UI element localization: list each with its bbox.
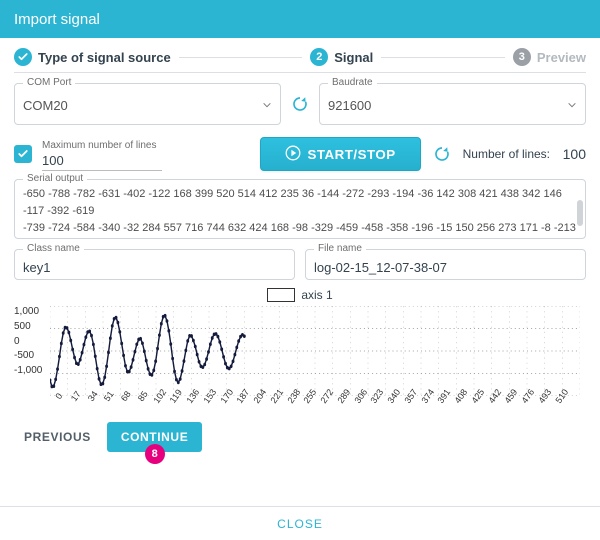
previous-button[interactable]: PREVIOUS [18,422,97,452]
check-icon [14,48,32,66]
serial-output: Serial output -650 -788 -782 -631 -402 -… [14,179,586,239]
max-lines-label: Maximum number of lines [42,140,162,151]
close-button[interactable]: CLOSE [277,517,323,531]
y-tick: 1,000 [14,306,42,317]
step-hint-badge: 8 [145,444,165,464]
refresh-icon[interactable] [289,93,311,115]
com-port-select[interactable]: COM Port COM20 [14,83,281,125]
y-tick: 0 [14,336,42,347]
legend-label: axis 1 [301,288,332,302]
step-badge: 2 [310,48,328,66]
com-port-value: COM20 [23,98,68,113]
class-name-value[interactable]: key1 [23,256,286,275]
baudrate-value: 921600 [328,98,371,113]
dialog-title: Import signal [0,0,600,38]
start-stop-button[interactable]: START/STOP [260,137,420,171]
continue-button[interactable]: CONTINUE 8 [107,422,202,452]
play-icon [285,145,301,164]
field-legend: File name [314,243,366,254]
step-separator [381,57,505,58]
chevron-down-icon [567,98,577,113]
chevron-down-icon [262,98,272,113]
max-lines-input[interactable]: Maximum number of lines 100 [42,140,162,171]
step-label: Signal [334,50,373,65]
baudrate-select[interactable]: Baudrate 921600 [319,83,586,125]
max-lines-value[interactable]: 100 [42,153,162,171]
refresh-icon[interactable] [431,143,453,165]
legend-swatch [267,288,295,302]
step-separator [179,57,303,58]
signal-chart: axis 1 1,0005000-500-1,000 0173451688510… [14,288,586,406]
step-label: Preview [537,50,586,65]
y-tick: -1,000 [14,365,42,376]
step-label: Type of signal source [38,50,171,65]
step-badge: 3 [513,48,531,66]
step-signal[interactable]: 2 Signal [310,48,373,66]
field-legend: Baudrate [328,77,377,88]
dialog-footer: CLOSE [0,506,600,540]
num-lines-label: Number of lines: [463,147,550,161]
step-source[interactable]: Type of signal source [14,48,171,66]
step-preview: 3 Preview [513,48,586,66]
serial-line: -650 -788 -782 -631 -402 -122 168 399 52… [23,186,577,220]
start-stop-label: START/STOP [307,147,395,162]
scrollbar-thumb[interactable] [577,200,583,226]
max-lines-checkbox[interactable] [14,145,32,163]
divider [14,72,586,73]
continue-label: CONTINUE [121,430,188,444]
file-name-value[interactable]: log-02-15_12-07-38-07 [314,256,577,275]
file-name-input[interactable]: File name log-02-15_12-07-38-07 [305,249,586,280]
field-legend: COM Port [23,77,75,88]
y-tick: -500 [14,350,42,361]
num-lines-value: 100 [558,146,586,162]
class-name-input[interactable]: Class name key1 [14,249,295,280]
serial-line: -739 -724 -584 -340 -32 284 557 716 744 … [23,220,577,238]
y-tick: 500 [14,321,42,332]
field-legend: Class name [23,243,84,254]
stepper: Type of signal source 2 Signal 3 Preview [14,48,586,66]
